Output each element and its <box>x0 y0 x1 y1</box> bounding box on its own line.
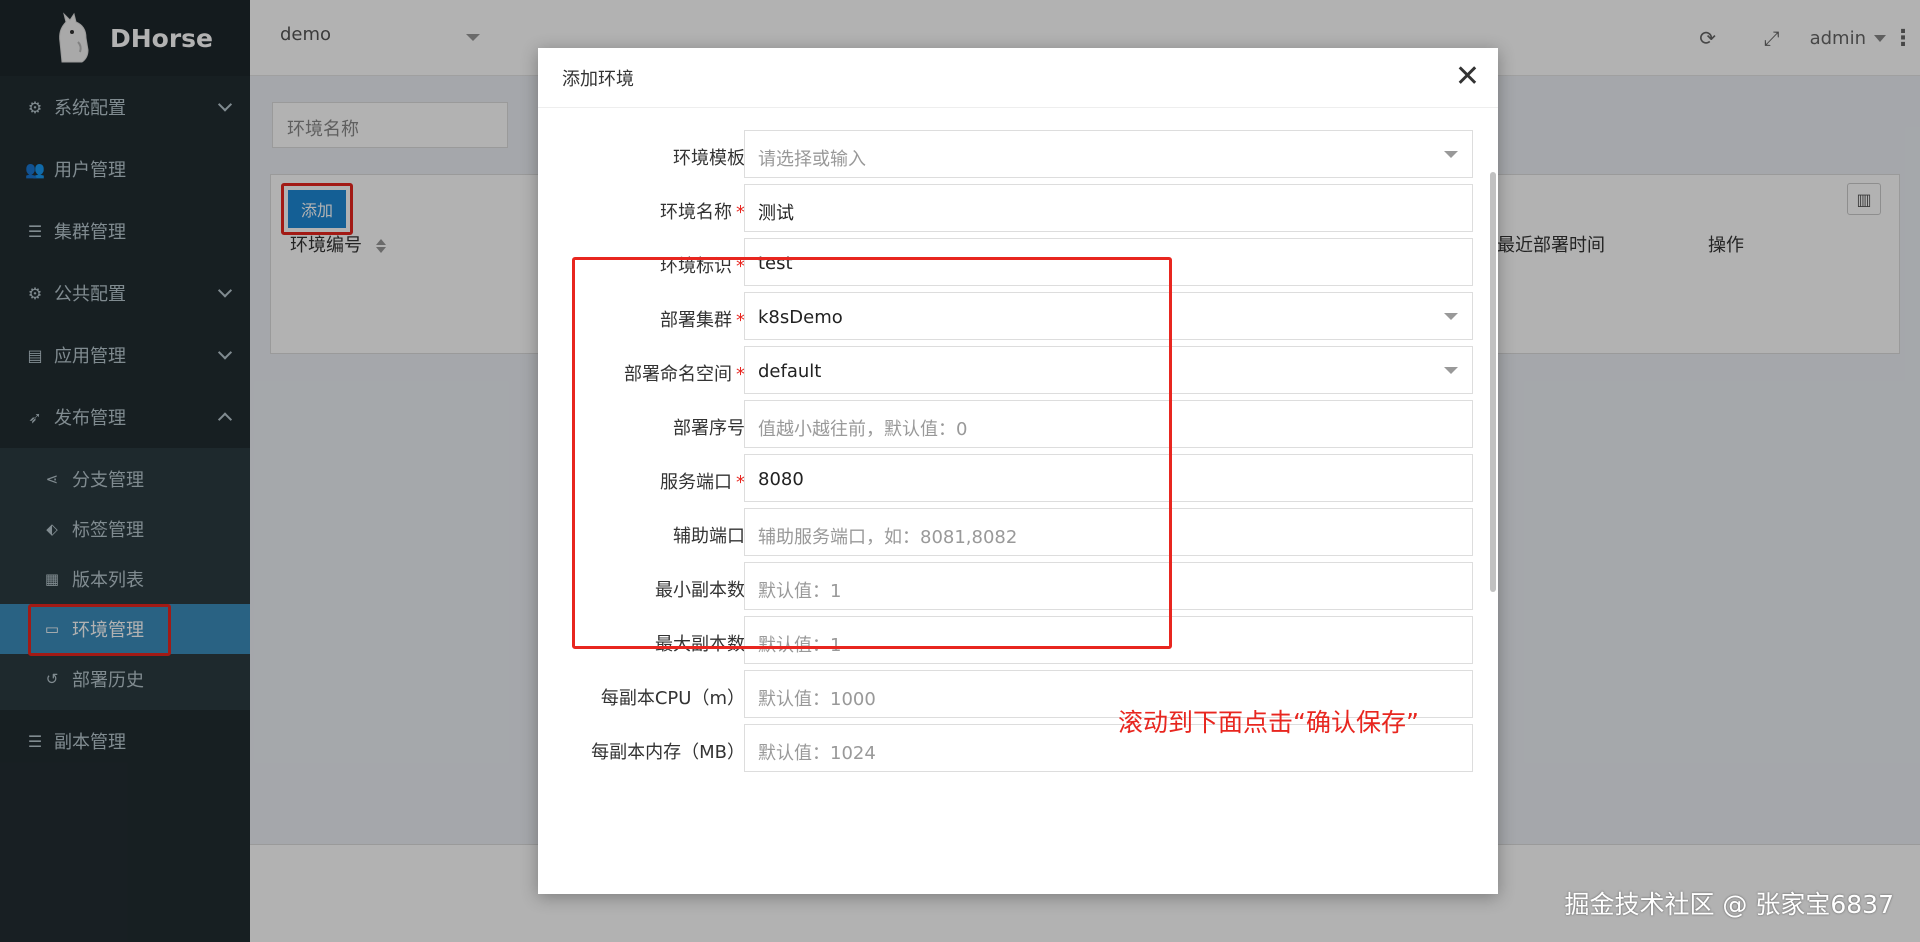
env-template-select[interactable]: 请选择或输入 <box>744 130 1473 178</box>
field-label: 每副本CPU（m） <box>600 688 745 709</box>
input-value: 8080 <box>758 469 804 490</box>
field-namespace: 部署命名空间 * default <box>538 346 1473 394</box>
select-value: k8sDemo <box>758 307 843 328</box>
credit-watermark: 掘金技术社区 @ 张家宝6837 <box>1564 890 1894 919</box>
field-label: 每副本内存（MB） <box>591 742 745 763</box>
field-label: 部署序号 <box>673 418 745 439</box>
service-port-input[interactable]: 8080 <box>744 454 1473 502</box>
env-tag-input[interactable]: test <box>744 238 1473 286</box>
add-env-modal: 添加环境 ✕ 环境模板 请选择或输入 环境名称 * 测试 环境标识 * test 部… <box>538 48 1498 894</box>
input-placeholder: 默认值：1000 <box>758 689 876 710</box>
input-value: test <box>758 253 793 274</box>
input-placeholder: 默认值：1024 <box>758 743 876 764</box>
deploy-order-input[interactable]: 值越小越往前，默认值：0 <box>744 400 1473 448</box>
min-replicas-input[interactable]: 默认值：1 <box>744 562 1473 610</box>
input-placeholder: 默认值：1 <box>758 581 842 602</box>
field-label: 部署命名空间 * <box>624 364 745 385</box>
caret-down-icon <box>1444 367 1458 374</box>
caret-down-icon <box>1444 313 1458 320</box>
max-replicas-input[interactable]: 默认值：1 <box>744 616 1473 664</box>
aux-port-input[interactable]: 辅助服务端口，如：8081,8082 <box>744 508 1473 556</box>
input-placeholder: 辅助服务端口，如：8081,8082 <box>758 527 1018 548</box>
input-value: 测试 <box>758 203 794 224</box>
env-name-input[interactable]: 测试 <box>744 184 1473 232</box>
field-min-replicas: 最小副本数 默认值：1 <box>538 562 1473 610</box>
field-env-name: 环境名称 * 测试 <box>538 184 1473 232</box>
field-label: 最小副本数 <box>655 580 745 601</box>
select-value: default <box>758 361 822 382</box>
caret-down-icon <box>1444 151 1458 158</box>
field-label: 环境名称 * <box>660 202 745 223</box>
input-placeholder: 值越小越往前，默认值：0 <box>758 419 968 440</box>
field-env-tag: 环境标识 * test <box>538 238 1473 286</box>
field-aux-port: 辅助端口 辅助服务端口，如：8081,8082 <box>538 508 1473 556</box>
field-max-replicas: 最大副本数 默认值：1 <box>538 616 1473 664</box>
scrollbar[interactable] <box>1490 172 1496 592</box>
field-label: 辅助端口 <box>673 526 745 547</box>
field-label: 最大副本数 <box>655 634 745 655</box>
field-env-template: 环境模板 请选择或输入 <box>538 130 1473 178</box>
input-placeholder: 请选择或输入 <box>758 149 866 170</box>
field-label: 部署集群 * <box>660 310 745 331</box>
namespace-select[interactable]: default <box>744 346 1473 394</box>
modal-title: 添加环境 <box>562 68 634 90</box>
field-service-port: 服务端口 * 8080 <box>538 454 1473 502</box>
field-cluster: 部署集群 * k8sDemo <box>538 292 1473 340</box>
field-label: 环境标识 * <box>660 256 745 277</box>
cluster-select[interactable]: k8sDemo <box>744 292 1473 340</box>
field-label: 环境模板 <box>673 148 745 169</box>
modal-header: 添加环境 ✕ <box>538 48 1498 108</box>
modal-body: 环境模板 请选择或输入 环境名称 * 测试 环境标识 * test 部署集群 * k8… <box>538 108 1498 894</box>
input-placeholder: 默认值：1 <box>758 635 842 656</box>
close-icon[interactable]: ✕ <box>1455 60 1480 94</box>
field-label: 服务端口 * <box>660 472 745 493</box>
scroll-hint-annotation: 滚动到下面点击“确认保存” <box>1118 708 1419 737</box>
field-deploy-order: 部署序号 值越小越往前，默认值：0 <box>538 400 1473 448</box>
